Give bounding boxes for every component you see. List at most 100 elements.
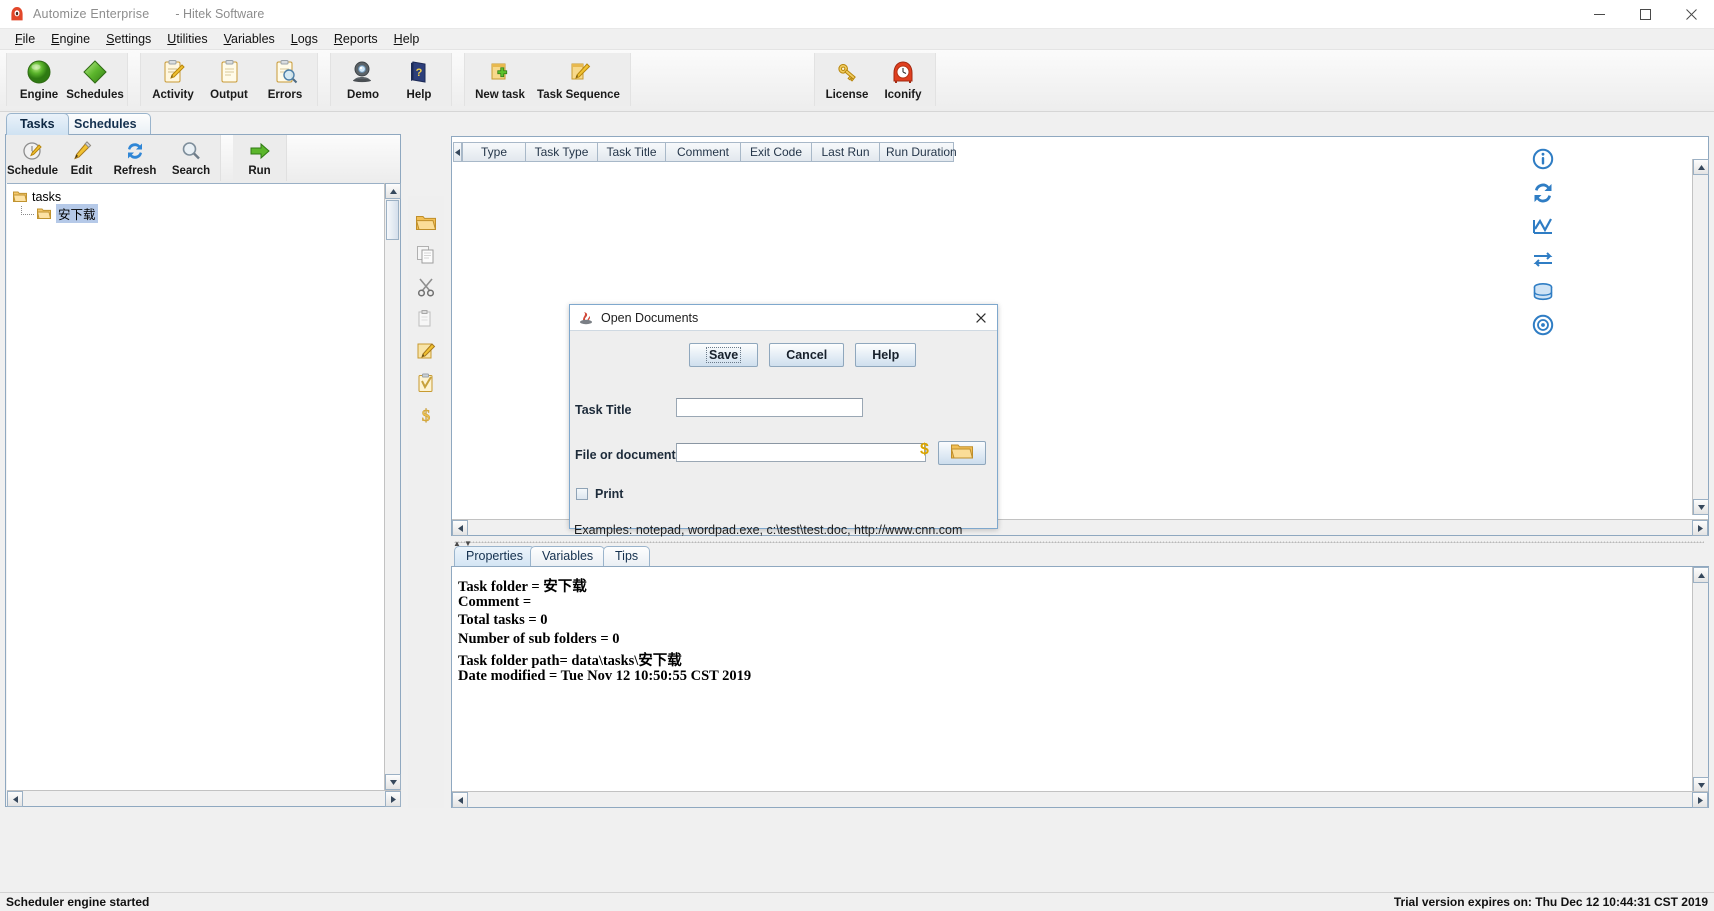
scroll-left-arrow-icon[interactable] [452,792,468,808]
left-button-search-label: Search [171,165,211,177]
rail-button-paste[interactable] [408,304,444,336]
toolbar-button-license[interactable]: License [819,53,875,107]
toolbar-button-engine[interactable]: Engine [11,53,67,107]
left-button-refresh-label: Refresh [113,165,157,177]
rail-button-edit[interactable] [408,336,444,368]
right-rail-info-button[interactable] [1528,145,1558,175]
toolbar-button-help[interactable]: ? Help [391,53,447,107]
column-header-last-run[interactable]: Last Run [812,142,880,162]
menu-logs[interactable]: Logs [283,31,326,47]
tab-tasks[interactable]: Tasks [6,113,69,135]
scroll-right-arrow-icon[interactable] [1692,520,1708,536]
browse-file-button[interactable] [938,441,986,465]
column-header-task-title[interactable]: Task Title [598,142,666,162]
tree-node-child[interactable]: 安下载 [7,204,384,223]
scroll-up-arrow-icon[interactable] [1693,159,1709,175]
dollar-variable-icon[interactable]: $ [920,441,929,459]
scroll-left-arrow-icon[interactable] [452,520,468,536]
right-rail-target-button[interactable] [1528,311,1558,341]
menu-engine[interactable]: Engine [43,31,98,47]
print-checkbox-box[interactable] [576,488,588,500]
toolbar-group-help: Demo ? Help [330,53,452,106]
toolbar-button-schedules[interactable]: Schedules [66,53,124,107]
file-or-document-label: File or document [575,448,676,462]
tree-node-tasks[interactable]: tasks [7,188,384,205]
column-header-type[interactable]: Type [462,142,526,162]
left-button-schedule[interactable]: Schedule [7,135,58,181]
scroll-down-arrow-icon[interactable] [385,774,401,790]
left-button-edit[interactable]: Edit [57,135,106,181]
right-rail-transfer-button[interactable] [1528,245,1558,275]
column-header-run-duration[interactable]: Run Duration [880,142,957,162]
tab-tasks-label: Tasks [20,117,55,131]
properties-vertical-scrollbar[interactable] [1692,567,1709,793]
tree-node-tasks-label: tasks [32,189,62,204]
scroll-down-arrow-icon[interactable] [1693,499,1709,515]
right-rail-refresh-button[interactable] [1528,179,1558,209]
file-or-document-input[interactable] [676,443,926,462]
edit-icon-rail: $ [408,196,444,808]
left-button-refresh[interactable]: Refresh [106,135,164,181]
toolbar-group-tasks: New task Task Sequence [464,53,631,106]
scroll-up-arrow-icon[interactable] [385,183,401,199]
dialog-title-bar: Open Documents [570,305,997,331]
rail-button-variables[interactable]: $ [408,400,444,432]
application-window: Automize Enterprise - Hitek Software Fil… [0,0,1714,911]
scroll-right-arrow-icon[interactable] [385,791,401,807]
menu-help[interactable]: Help [386,31,428,47]
splitter-grip [454,541,1704,543]
toolbar-button-errors[interactable]: Errors [257,53,313,107]
left-button-search[interactable]: Search [164,135,218,181]
close-button[interactable] [1668,0,1714,29]
rail-button-cut[interactable] [408,272,444,304]
rail-button-copy[interactable] [408,240,444,272]
minimize-button[interactable] [1576,0,1622,29]
rail-button-checklist[interactable] [408,368,444,400]
save-button[interactable]: Save [689,343,759,367]
task-tree[interactable]: tasks 安下载 [7,183,384,790]
toolbar-button-output[interactable]: Output [201,53,257,107]
menu-reports[interactable]: Reports [326,31,386,47]
menu-settings[interactable]: Settings [98,31,159,47]
chart-zigzag-icon [1532,215,1554,240]
column-header-comment[interactable]: Comment [666,142,741,162]
tab-variables[interactable]: Variables [530,546,606,566]
column-header-exit-code[interactable]: Exit Code [741,142,812,162]
tree-vertical-scrollbar[interactable] [384,183,401,790]
toolbar-button-activity[interactable]: Activity [145,53,201,107]
automize-logo-icon [9,6,25,22]
status-right-text: Trial version expires on: Thu Dec 12 10:… [1393,895,1708,909]
column-header-task-type[interactable]: Task Type [526,142,598,162]
cancel-button[interactable]: Cancel [769,343,845,367]
table-header-grip[interactable] [453,142,462,162]
tree-horizontal-scrollbar[interactable] [7,790,401,807]
green-diamond-icon [82,58,108,86]
table-vertical-scrollbar[interactable] [1692,159,1709,515]
properties-horizontal-scrollbar[interactable] [452,791,1708,808]
tab-properties[interactable]: Properties [454,546,535,566]
print-checkbox[interactable]: Print [576,487,623,501]
rail-button-folder[interactable] [408,208,444,240]
folder-icon [415,214,437,235]
toolbar-button-iconify[interactable]: Iconify [875,53,931,107]
menu-variables[interactable]: Variables [216,31,283,47]
toolbar-button-new-task[interactable]: New task [469,53,531,107]
menu-utilities[interactable]: Utilities [159,31,215,47]
scroll-up-arrow-icon[interactable] [1693,567,1709,583]
scroll-left-arrow-icon[interactable] [7,791,23,807]
dialog-close-button[interactable] [971,309,991,327]
right-rail-database-button[interactable] [1528,278,1558,308]
menu-file[interactable]: File [7,31,43,47]
tab-schedules[interactable]: Schedules [60,113,151,135]
tab-tips[interactable]: Tips [603,546,651,566]
scroll-right-arrow-icon[interactable] [1692,792,1708,808]
right-rail-chart-button[interactable] [1528,212,1558,242]
maximize-button[interactable] [1622,0,1668,29]
toolbar-button-task-sequence[interactable]: Task Sequence [531,53,626,107]
task-title-input[interactable] [676,398,863,417]
help-button[interactable]: Help [855,343,917,367]
left-button-run[interactable]: Run [235,135,284,181]
tree-scroll-thumb[interactable] [386,200,399,240]
toolbar-button-demo[interactable]: Demo [335,53,391,107]
gold-key-icon [834,58,860,86]
